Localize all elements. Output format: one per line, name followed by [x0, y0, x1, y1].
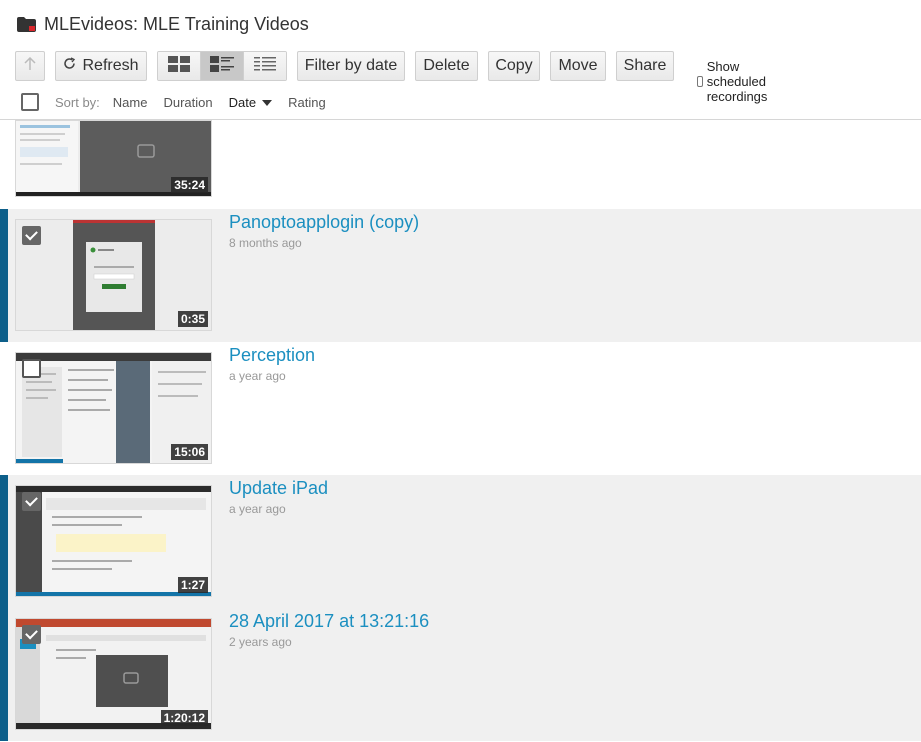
session-row[interactable]: 1:20:12 28 April 2017 at 13:21:16 2 year…	[0, 608, 921, 741]
selection-indicator	[0, 475, 8, 608]
list-view-icon	[254, 56, 276, 76]
session-thumbnail[interactable]: 35:24	[15, 120, 212, 197]
session-checkbox[interactable]	[22, 226, 41, 245]
session-thumbnail[interactable]: 1:20:12	[15, 618, 212, 730]
arrow-up-icon	[24, 56, 36, 76]
refresh-icon	[63, 57, 76, 75]
session-checkbox[interactable]	[22, 359, 41, 378]
duration-badge: 0:35	[177, 311, 208, 327]
detail-view-icon	[210, 55, 234, 77]
duration-badge: 1:20:12	[160, 710, 208, 726]
session-title[interactable]: Panoptoapplogin (copy)	[229, 212, 419, 233]
session-title[interactable]: Perception	[229, 345, 315, 366]
session-age: a year ago	[229, 369, 286, 383]
session-checkbox[interactable]	[22, 625, 41, 644]
session-title[interactable]: Update iPad	[229, 478, 328, 499]
session-title[interactable]: 28 April 2017 at 13:21:16	[229, 611, 429, 632]
watch-progress-bar	[16, 459, 63, 463]
session-row[interactable]: 0:35 Panoptoapplogin (copy) 8 months ago	[0, 209, 921, 342]
session-row[interactable]: 35:24	[0, 76, 921, 209]
session-thumbnail[interactable]: 1:27	[15, 485, 212, 597]
duration-badge: 35:24	[171, 177, 208, 193]
folder-title: MLEvideos: MLE Training Videos	[17, 12, 309, 36]
duration-badge: 1:27	[177, 577, 208, 593]
page-title: MLEvideos: MLE Training Videos	[44, 13, 309, 34]
folder-icon	[17, 16, 36, 32]
selection-indicator	[0, 209, 8, 342]
session-row[interactable]: 15:06 Perception a year ago	[0, 342, 921, 475]
session-age: 8 months ago	[229, 236, 302, 250]
session-thumbnail[interactable]: 15:06	[15, 352, 212, 464]
session-age: a year ago	[229, 502, 286, 516]
selection-indicator	[0, 608, 8, 741]
grid-view-icon	[168, 55, 190, 77]
duration-badge: 15:06	[171, 444, 208, 460]
session-age: 2 years ago	[229, 635, 292, 649]
session-thumbnail[interactable]: 0:35	[15, 219, 212, 331]
refresh-label: Refresh	[82, 57, 139, 74]
session-row[interactable]: 1:27 Update iPad a year ago	[0, 475, 921, 608]
session-checkbox[interactable]	[22, 492, 41, 511]
